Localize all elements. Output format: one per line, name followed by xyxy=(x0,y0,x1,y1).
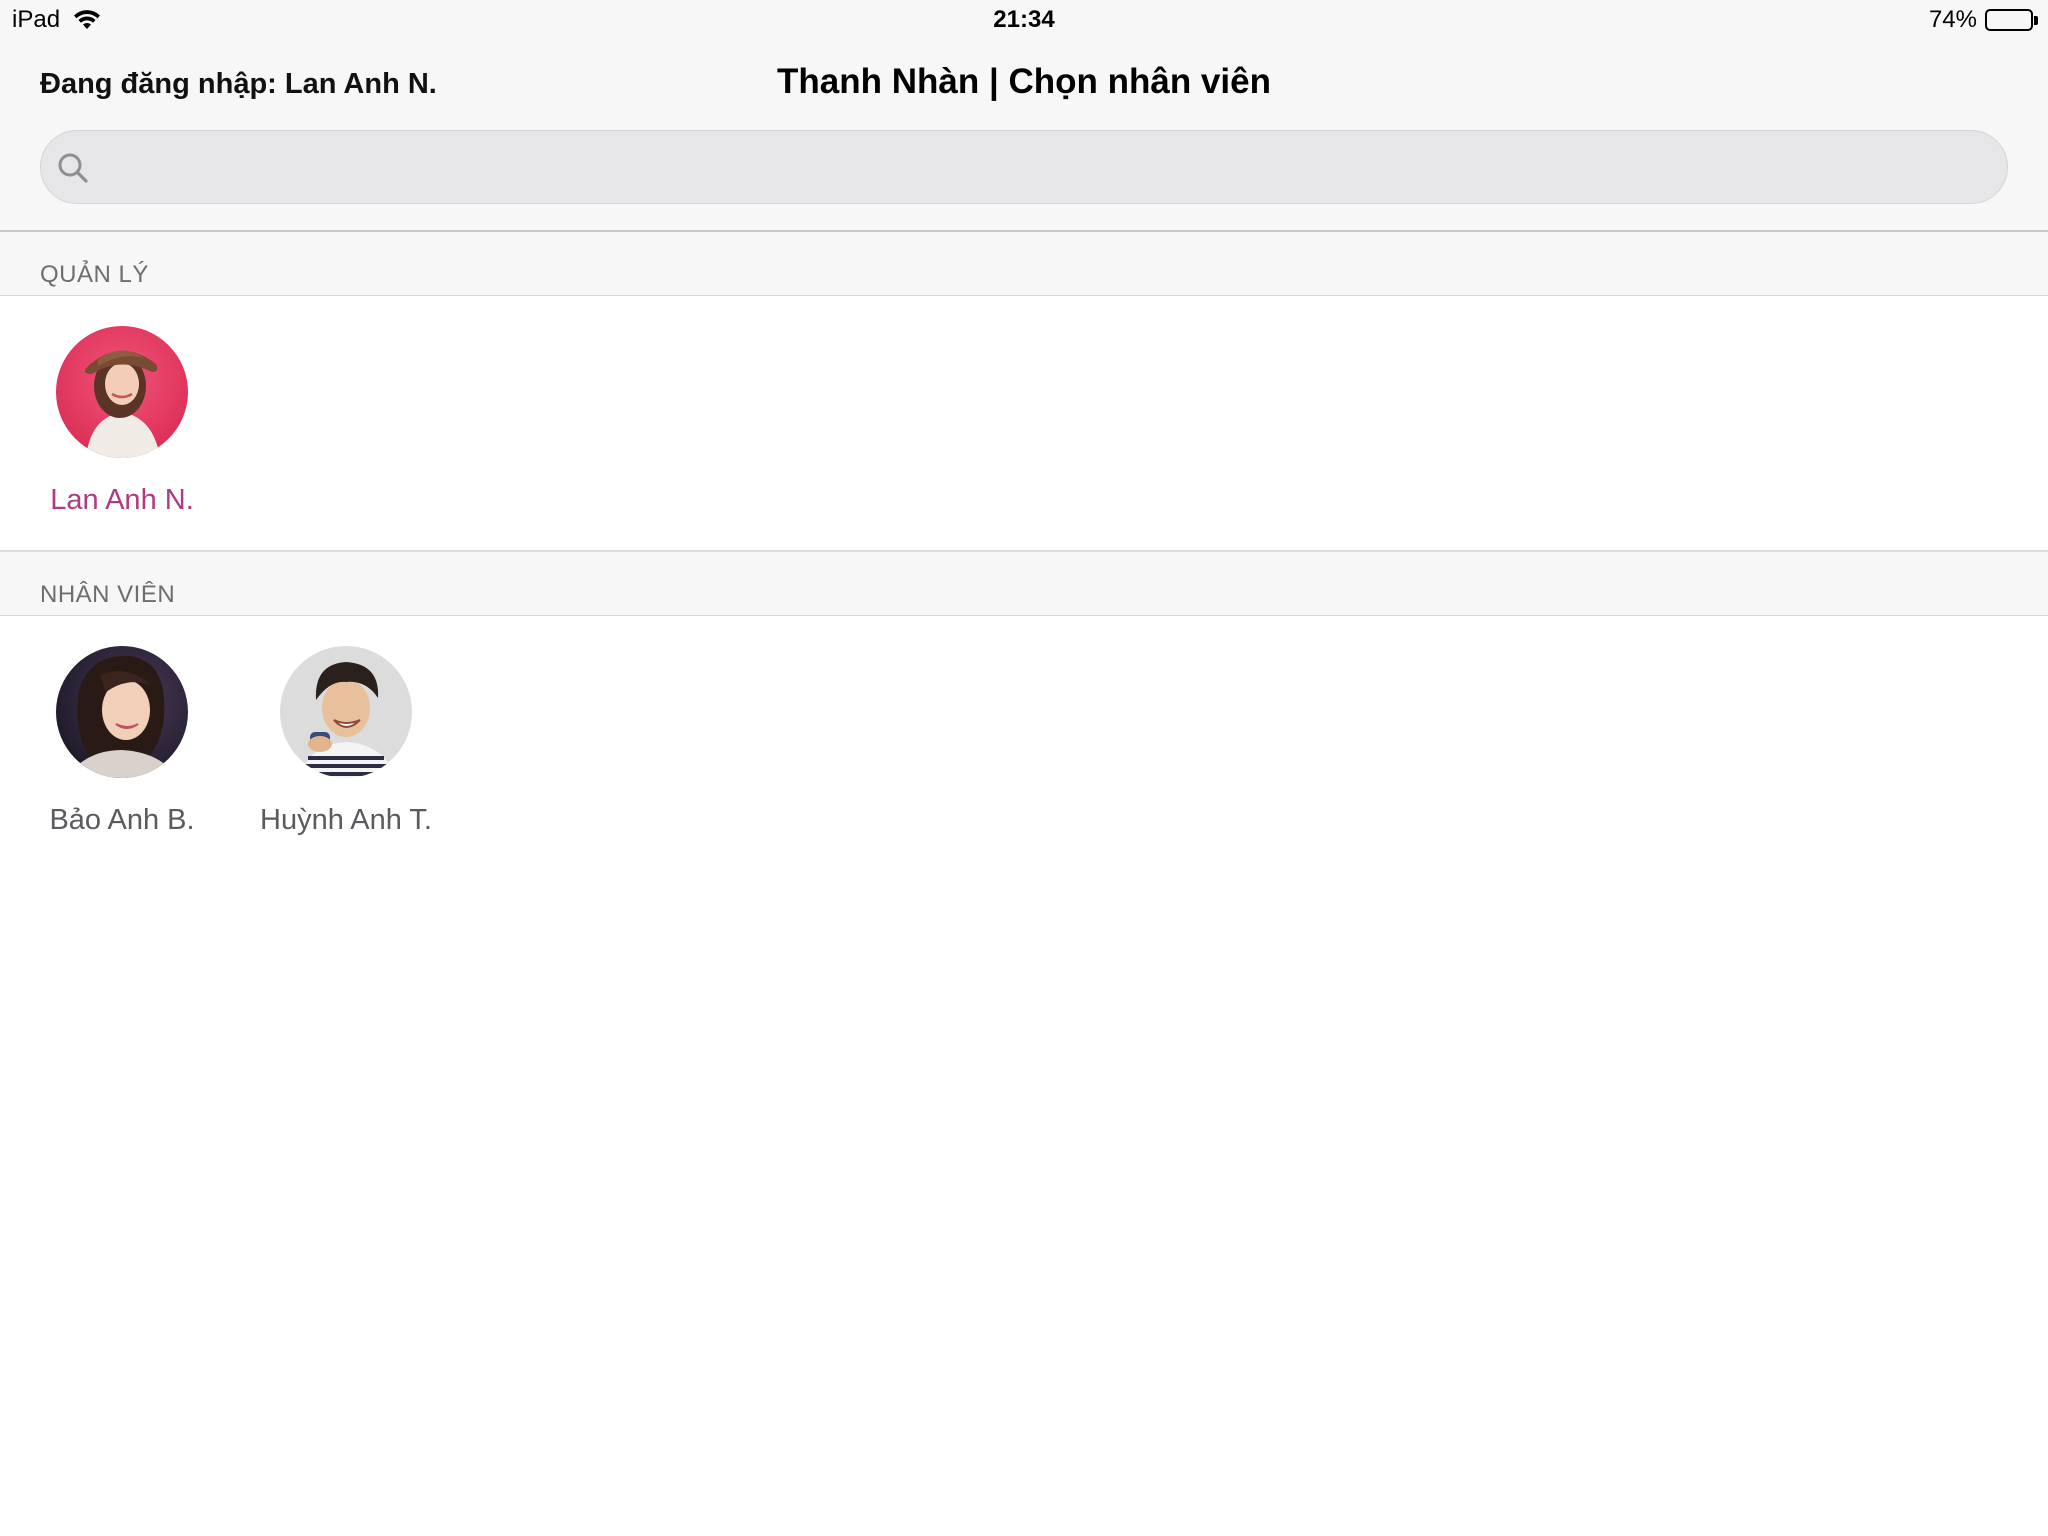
page-title: Thanh Nhàn | Chọn nhân viên xyxy=(777,62,1271,101)
avatar xyxy=(280,646,412,778)
section-title-staff: NHÂN VIÊN xyxy=(40,581,176,608)
member-bao-anh[interactable]: Bảo Anh B. xyxy=(22,646,222,837)
staff-grid: Bảo Anh B. Huỳnh Anh T. xyxy=(0,616,2048,876)
status-right: 74% xyxy=(1929,6,2038,34)
search-icon xyxy=(58,153,88,183)
member-name: Huỳnh Anh T. xyxy=(260,804,432,836)
managers-grid: Lan Anh N. xyxy=(0,296,2048,550)
section-header-staff: NHÂN VIÊN xyxy=(0,552,2048,616)
search-input[interactable] xyxy=(105,131,1983,203)
section-header-managers: QUẢN LÝ xyxy=(0,232,2048,296)
avatar xyxy=(56,326,188,458)
clock: 21:34 xyxy=(993,6,1055,33)
member-huynh-anh[interactable]: Huỳnh Anh T. xyxy=(246,646,446,837)
member-lan-anh[interactable]: Lan Anh N. xyxy=(22,326,222,517)
member-name: Lan Anh N. xyxy=(50,484,194,516)
search-bar[interactable] xyxy=(40,130,2008,204)
status-bar: iPad 21:34 74% xyxy=(0,0,2048,42)
navigation-bar: Đang đăng nhập: Lan Anh N. Thanh Nhàn | … xyxy=(0,42,2048,232)
section-title-managers: QUẢN LÝ xyxy=(40,261,149,288)
battery-icon xyxy=(1985,9,2038,31)
battery-percent: 74% xyxy=(1928,6,1977,33)
avatar xyxy=(56,646,188,778)
member-name: Bảo Anh B. xyxy=(49,804,195,836)
